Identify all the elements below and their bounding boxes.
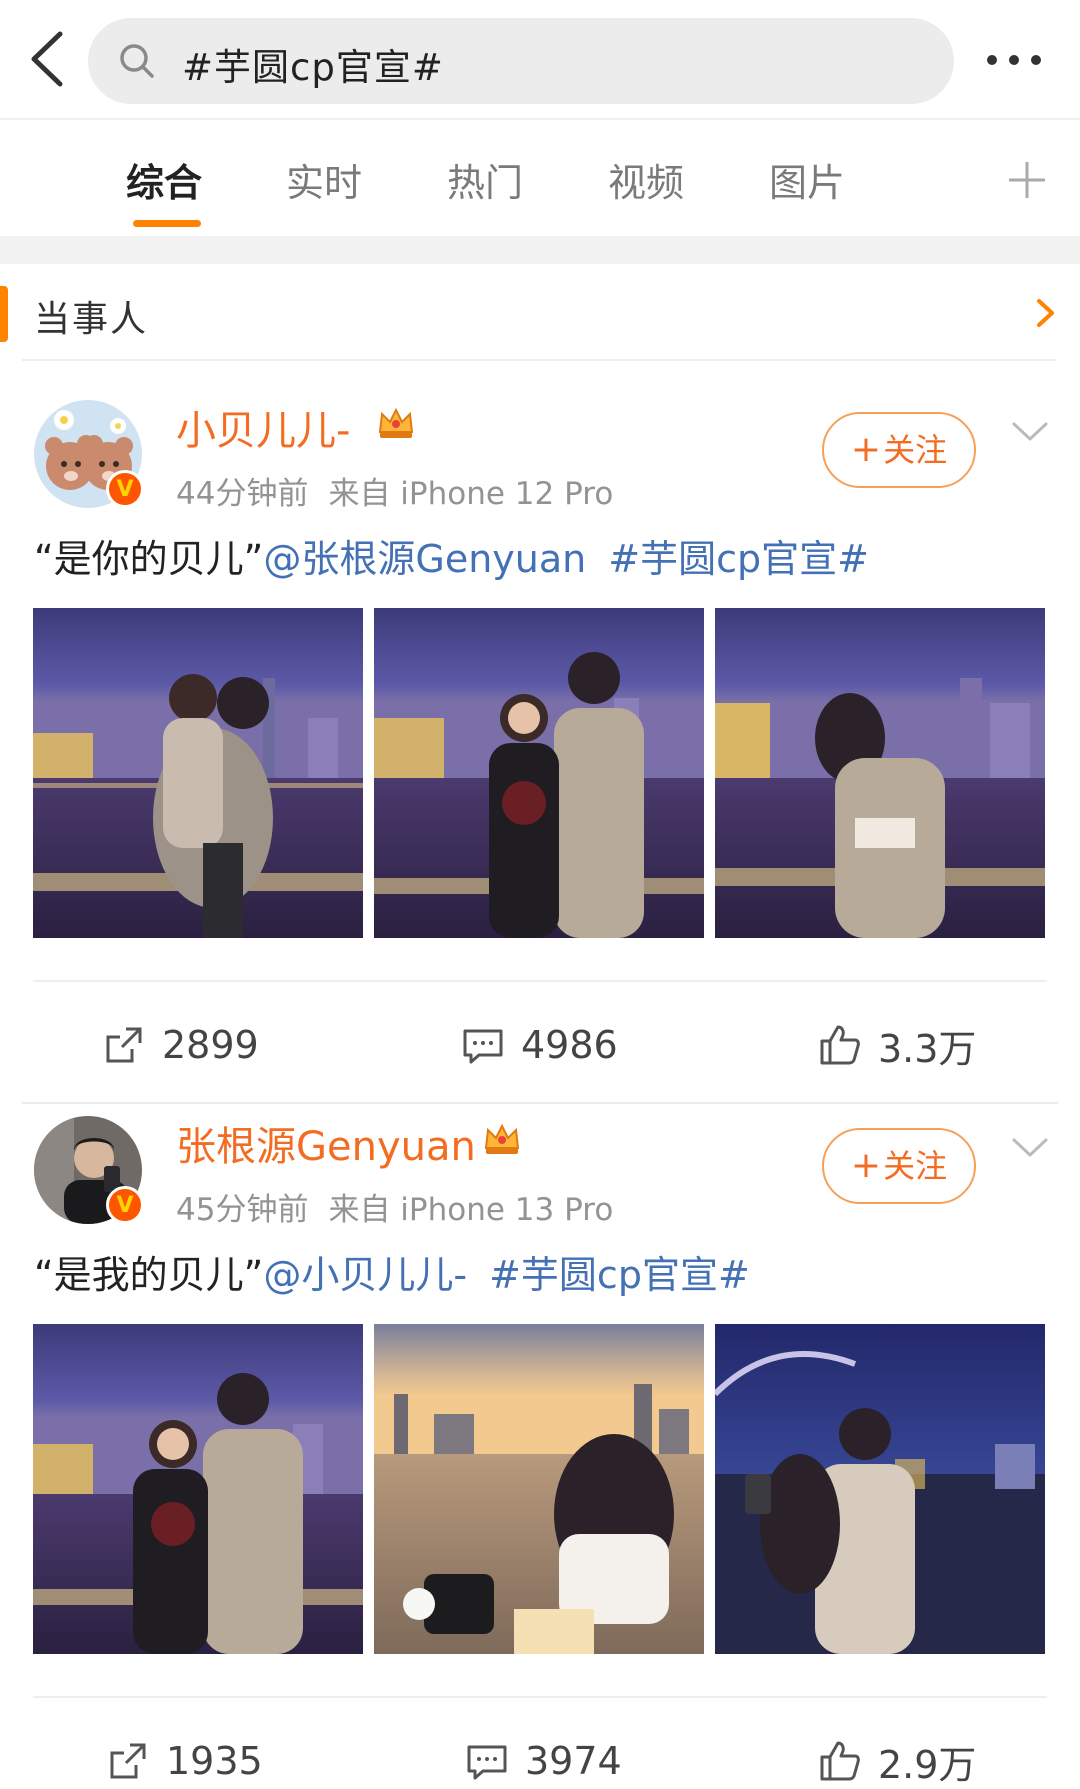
crown-icon — [484, 1123, 520, 1154]
section-title: 当事人 — [34, 299, 149, 340]
divider — [33, 1696, 1047, 1698]
back-icon — [31, 31, 63, 87]
back-button[interactable] — [22, 26, 76, 92]
photo[interactable] — [33, 1324, 363, 1654]
post-card: V 小贝儿儿- 44分钟前 来自 iPhone 12 Pro +关注 “是你的贝儿… — [0, 360, 1080, 1105]
search-query: #芋圆cp官宣# — [182, 46, 444, 89]
post-source: 来自 iPhone 13 Pro — [328, 1192, 614, 1228]
repost-button[interactable]: 2899 — [102, 1020, 259, 1070]
repost-icon — [110, 1743, 146, 1779]
photo[interactable] — [715, 1324, 1045, 1654]
follow-label: 关注 — [883, 431, 948, 469]
search-input[interactable]: #芋圆cp官宣# — [88, 18, 954, 104]
like-count: 3.3万 — [878, 1026, 977, 1071]
tab-realtime[interactable]: 实时 — [286, 152, 362, 207]
comment-button[interactable]: 3974 — [465, 1736, 622, 1786]
chevron-down-icon[interactable] — [1010, 1136, 1050, 1160]
tab-hot[interactable]: 热门 — [447, 152, 523, 207]
post-time: 44分钟前 — [176, 476, 309, 512]
photo-grid — [33, 608, 1045, 938]
verified-icon: V — [106, 470, 144, 508]
divider — [33, 980, 1047, 982]
crown-icon — [378, 407, 414, 438]
post-meta: 45分钟前 来自 iPhone 13 Pro — [176, 1184, 613, 1229]
mention-link[interactable]: @小贝儿儿- — [263, 1253, 467, 1297]
like-button[interactable]: 2.9万 — [818, 1736, 977, 1787]
like-count: 2.9万 — [878, 1742, 977, 1787]
more-icon — [987, 55, 1041, 65]
section-header[interactable]: 当事人 — [0, 264, 1080, 361]
repost-button[interactable]: 1935 — [106, 1736, 263, 1786]
photo[interactable] — [33, 608, 363, 938]
search-icon — [120, 44, 154, 78]
tab-bar: 综合 实时 热门 视频 图片 — [0, 120, 1080, 236]
follow-button[interactable]: +关注 — [822, 412, 976, 488]
like-icon — [820, 1741, 860, 1781]
mention-link[interactable]: @张根源Genyuan — [263, 537, 586, 581]
verified-icon: V — [106, 1186, 144, 1224]
follow-label: 关注 — [883, 1147, 948, 1185]
avatar[interactable]: V — [34, 1116, 144, 1224]
tab-comprehensive[interactable]: 综合 — [126, 152, 202, 207]
photo[interactable] — [374, 1324, 704, 1654]
comment-count: 4986 — [521, 1023, 618, 1067]
comment-icon — [463, 1029, 503, 1064]
post-time: 45分钟前 — [176, 1192, 309, 1228]
repost-count: 2899 — [162, 1023, 259, 1067]
follow-button[interactable]: +关注 — [822, 1128, 976, 1204]
repost-icon — [106, 1027, 142, 1063]
photo-grid — [33, 1324, 1045, 1654]
post-card: V 张根源Genyuan 45分钟前 来自 iPhone 13 Pro +关注 “… — [0, 1076, 1080, 1789]
top-bar: #芋圆cp官宣# — [0, 0, 1080, 118]
hashtag-link[interactable]: #芋圆cp官宣# — [489, 1253, 750, 1297]
avatar[interactable]: V — [34, 400, 144, 508]
plus-icon[interactable] — [1005, 158, 1049, 202]
post-text: “是你的贝儿”@张根源Genyuan #芋圆cp官宣# — [34, 528, 869, 583]
tab-video[interactable]: 视频 — [608, 152, 684, 207]
repost-count: 1935 — [166, 1739, 263, 1783]
comment-count: 3974 — [525, 1739, 622, 1783]
comment-button[interactable]: 4986 — [461, 1020, 618, 1070]
photo[interactable] — [715, 608, 1045, 938]
username[interactable]: 张根源Genyuan — [176, 1114, 476, 1172]
comment-icon — [467, 1745, 507, 1780]
like-button[interactable]: 3.3万 — [818, 1020, 977, 1071]
section-gap — [0, 236, 1080, 264]
tab-images[interactable]: 图片 — [769, 152, 845, 207]
section-accent-bar — [0, 286, 8, 342]
username[interactable]: 小贝儿儿- — [176, 398, 350, 456]
post-text: “是我的贝儿”@小贝儿儿- #芋圆cp官宣# — [34, 1244, 750, 1299]
post-quote: “是你的贝儿” — [34, 537, 264, 581]
post-meta: 44分钟前 来自 iPhone 12 Pro — [176, 468, 613, 513]
hashtag-link[interactable]: #芋圆cp官宣# — [608, 537, 869, 581]
more-button[interactable] — [980, 40, 1060, 80]
post-quote: “是我的贝儿” — [34, 1253, 264, 1297]
plus-icon: + — [850, 429, 882, 470]
like-icon — [820, 1025, 860, 1065]
chevron-down-icon[interactable] — [1010, 420, 1050, 444]
plus-icon: + — [850, 1145, 882, 1186]
active-tab-indicator — [133, 220, 201, 227]
chevron-right-icon — [1037, 299, 1054, 327]
post-source: 来自 iPhone 12 Pro — [328, 476, 614, 512]
photo[interactable] — [374, 608, 704, 938]
